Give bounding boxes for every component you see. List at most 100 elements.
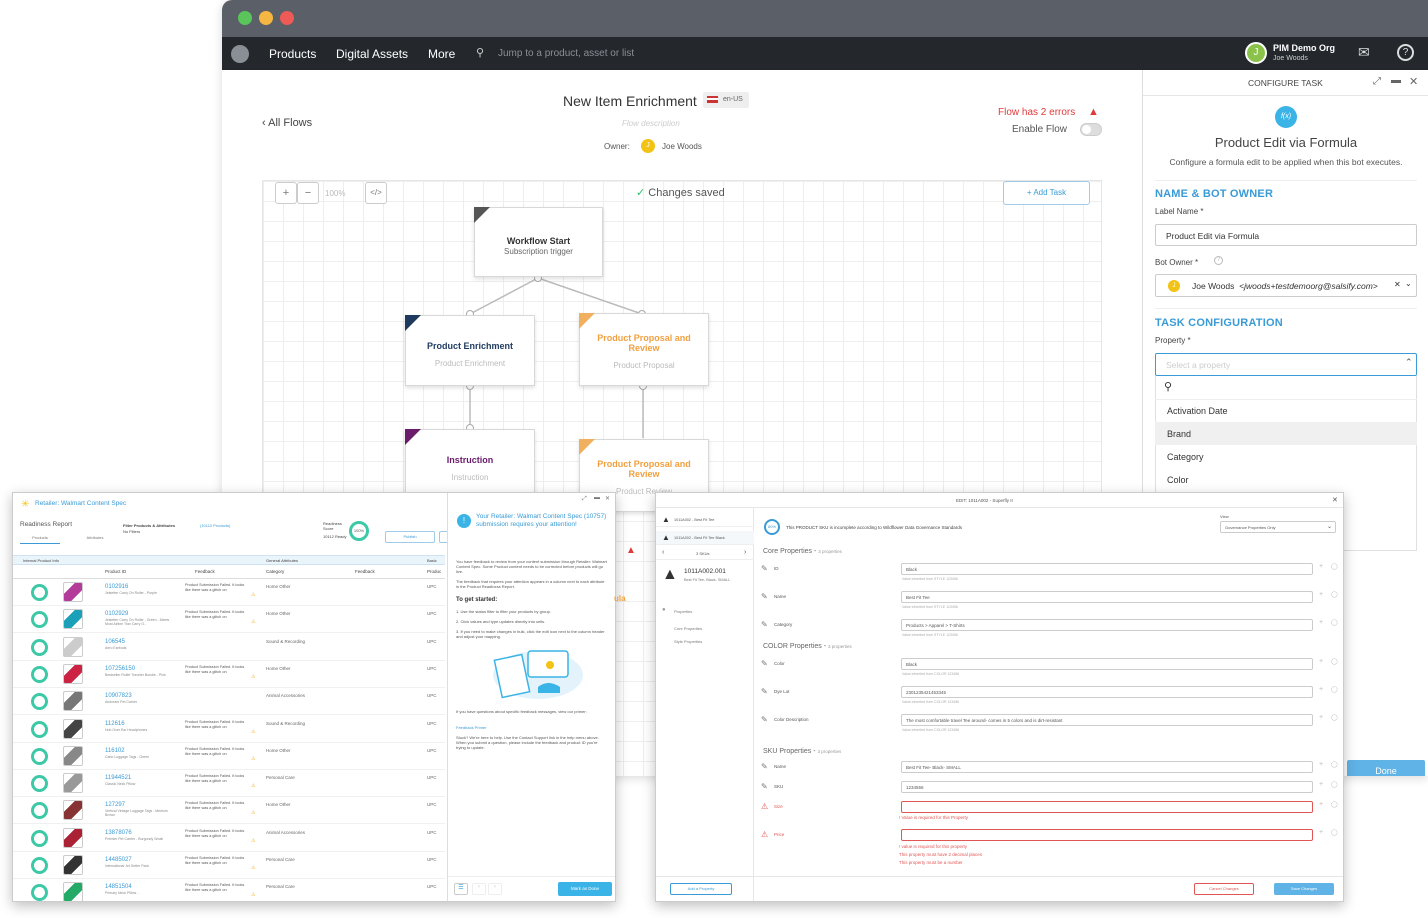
- table-row[interactable]: 14851504 Primary Neck Pillow - Product Sub…: [13, 879, 445, 901]
- table-row[interactable]: 106545 Aero Earbuds Sound & Recording UPC: [13, 634, 445, 661]
- upc-cell[interactable]: UPC: [427, 693, 437, 698]
- upc-cell[interactable]: UPC: [427, 611, 437, 616]
- expand-icon[interactable]: ⤢: [1373, 76, 1381, 87]
- category-cell[interactable]: Personal Care: [266, 884, 295, 889]
- product-thumbnail[interactable]: [63, 582, 83, 602]
- product-id-cell[interactable]: 0102929: [105, 611, 128, 617]
- close-dot[interactable]: [280, 11, 294, 25]
- help-icon[interactable]: ?: [1397, 44, 1414, 61]
- col-product[interactable]: Produc: [427, 569, 441, 574]
- prev-icon[interactable]: ‹: [662, 549, 664, 556]
- category-cell[interactable]: Home Other: [266, 802, 291, 807]
- category-cell[interactable]: Home Other: [266, 611, 291, 616]
- add-icon[interactable]: +: [1319, 591, 1323, 598]
- upc-cell[interactable]: UPC: [427, 802, 437, 807]
- property-input[interactable]: Best Fit Tee- Black- SMALL: [901, 761, 1313, 773]
- upc-cell[interactable]: UPC: [427, 884, 437, 889]
- search-input[interactable]: Jump to a product, asset or list: [498, 48, 634, 59]
- feedback-primer-link[interactable]: Feedback Primer: [456, 725, 486, 730]
- product-id-cell[interactable]: 116102: [105, 748, 125, 754]
- publish-button[interactable]: Publish: [385, 531, 435, 543]
- product-thumbnail[interactable]: [63, 609, 83, 630]
- sidebar-item[interactable]: ▲ 1011A002 - Best Fit Tee Black: [656, 531, 754, 545]
- property-select[interactable]: Select a property ⌃: [1155, 353, 1417, 376]
- mark-done-button[interactable]: Mark as Done: [558, 882, 612, 896]
- option-category[interactable]: Category: [1155, 445, 1417, 468]
- feedback-cell[interactable]: Product Submission Failed. It looks like…: [185, 801, 245, 811]
- trash-icon[interactable]: ◯: [1331, 801, 1338, 808]
- property-input[interactable]: 1234556: [901, 781, 1313, 793]
- minimize-dot[interactable]: [259, 11, 273, 25]
- property-input[interactable]: The most comfortable travel Tee around- …: [901, 714, 1313, 726]
- product-thumbnail[interactable]: [63, 636, 83, 657]
- feedback-cell[interactable]: Product Submission Failed. It looks like…: [185, 774, 245, 784]
- property-input[interactable]: Black: [901, 563, 1313, 575]
- minimize-icon[interactable]: ▬: [594, 495, 600, 501]
- trash-icon[interactable]: ◯: [1331, 781, 1338, 788]
- close-icon[interactable]: ✕: [1332, 496, 1338, 504]
- product-id-cell[interactable]: 107256150: [105, 666, 135, 672]
- chevron-down-icon[interactable]: ⌄: [1327, 523, 1332, 530]
- feedback-cell[interactable]: Product Submission Failed. It looks like…: [185, 856, 245, 866]
- clear-icon[interactable]: ✕: [1394, 280, 1401, 289]
- property-input[interactable]: Best Fit Tee: [901, 591, 1313, 603]
- trash-icon[interactable]: ◯: [1331, 686, 1338, 693]
- table-row[interactable]: 13878076 Premier Pet Carrier - Burgundy S…: [13, 825, 445, 852]
- product-id-cell[interactable]: 11944521: [105, 775, 131, 781]
- chevron-down-icon[interactable]: ⌄: [1405, 279, 1412, 288]
- table-row[interactable]: 14485027 International Jet Setter Pack Pro…: [13, 852, 445, 879]
- product-id-cell[interactable]: 14485027: [105, 857, 132, 863]
- add-icon[interactable]: +: [1319, 658, 1323, 665]
- sidebar-item[interactable]: ▲ 1011A002 - Best Fit Tee: [656, 513, 754, 527]
- info-icon[interactable]: ?: [1214, 256, 1223, 265]
- list-icon[interactable]: ☰: [454, 883, 468, 895]
- product-thumbnail[interactable]: [63, 718, 83, 739]
- table-row[interactable]: 0102929 Jetsetter Carry On Roller - Green…: [13, 606, 445, 634]
- trash-icon[interactable]: ◯: [1331, 761, 1338, 768]
- upc-cell[interactable]: UPC: [427, 748, 437, 753]
- nav-products[interactable]: Products: [269, 47, 316, 61]
- tab-attributes[interactable]: Attributes: [75, 535, 115, 544]
- category-cell[interactable]: Sound & Recording: [266, 639, 305, 644]
- table-row[interactable]: 0102916 Jetsetter Carry On Roller - Purpl…: [13, 579, 445, 606]
- upc-cell[interactable]: UPC: [427, 584, 437, 589]
- add-icon[interactable]: +: [1319, 619, 1323, 626]
- product-id-cell[interactable]: 106545: [105, 639, 125, 645]
- upc-cell[interactable]: UPC: [427, 639, 437, 644]
- add-icon[interactable]: +: [1319, 781, 1323, 788]
- col-product-id[interactable]: Product ID: [105, 569, 126, 574]
- chevron-up-icon[interactable]: ⌃: [1405, 357, 1413, 368]
- feedback-cell[interactable]: Product Submission Failed. It looks like…: [185, 665, 245, 675]
- property-input[interactable]: Products > Apparel > T-Shirts: [901, 619, 1313, 631]
- product-id-cell[interactable]: 10907823: [105, 693, 132, 699]
- trash-icon[interactable]: ◯: [1331, 829, 1338, 836]
- close-icon[interactable]: ✕: [605, 495, 610, 502]
- product-thumbnail[interactable]: [63, 855, 83, 875]
- category-cell[interactable]: Personal Care: [266, 775, 295, 780]
- category-cell[interactable]: Sound & Recording: [266, 721, 305, 726]
- product-thumbnail[interactable]: [63, 691, 83, 712]
- property-input[interactable]: [901, 801, 1313, 813]
- feedback-cell[interactable]: Product Submission Failed. It looks like…: [185, 747, 245, 757]
- product-thumbnail[interactable]: [63, 827, 83, 848]
- nav-core-properties[interactable]: Core Properties: [674, 626, 702, 631]
- logo-icon[interactable]: [231, 45, 249, 63]
- category-cell[interactable]: Home Other: [266, 584, 291, 589]
- prev-icon[interactable]: ‹: [472, 883, 486, 895]
- add-property-button[interactable]: Add a Property: [670, 883, 732, 895]
- nav-properties[interactable]: Properties: [674, 609, 692, 614]
- table-row[interactable]: 107256150 Bestseller Rollet Traveler Bund…: [13, 661, 445, 688]
- upc-cell[interactable]: UPC: [427, 830, 437, 835]
- nav-more[interactable]: More: [428, 47, 455, 61]
- add-icon[interactable]: +: [1319, 563, 1323, 570]
- org-name[interactable]: PIM Demo Org: [1273, 43, 1335, 53]
- expand-icon[interactable]: ⤢: [582, 496, 587, 503]
- retailer-title[interactable]: Retailer: Walmart Content Spec: [35, 500, 126, 507]
- notification-icon[interactable]: ✉: [1358, 44, 1370, 61]
- avatar[interactable]: J: [1245, 42, 1267, 64]
- category-cell[interactable]: Animal Accessories: [266, 693, 305, 698]
- option-activation-date[interactable]: Activation Date: [1155, 399, 1417, 422]
- upc-cell[interactable]: UPC: [427, 857, 437, 862]
- property-input[interactable]: [901, 829, 1313, 841]
- feedback-cell[interactable]: Product Submission Failed. It looks like…: [185, 583, 245, 593]
